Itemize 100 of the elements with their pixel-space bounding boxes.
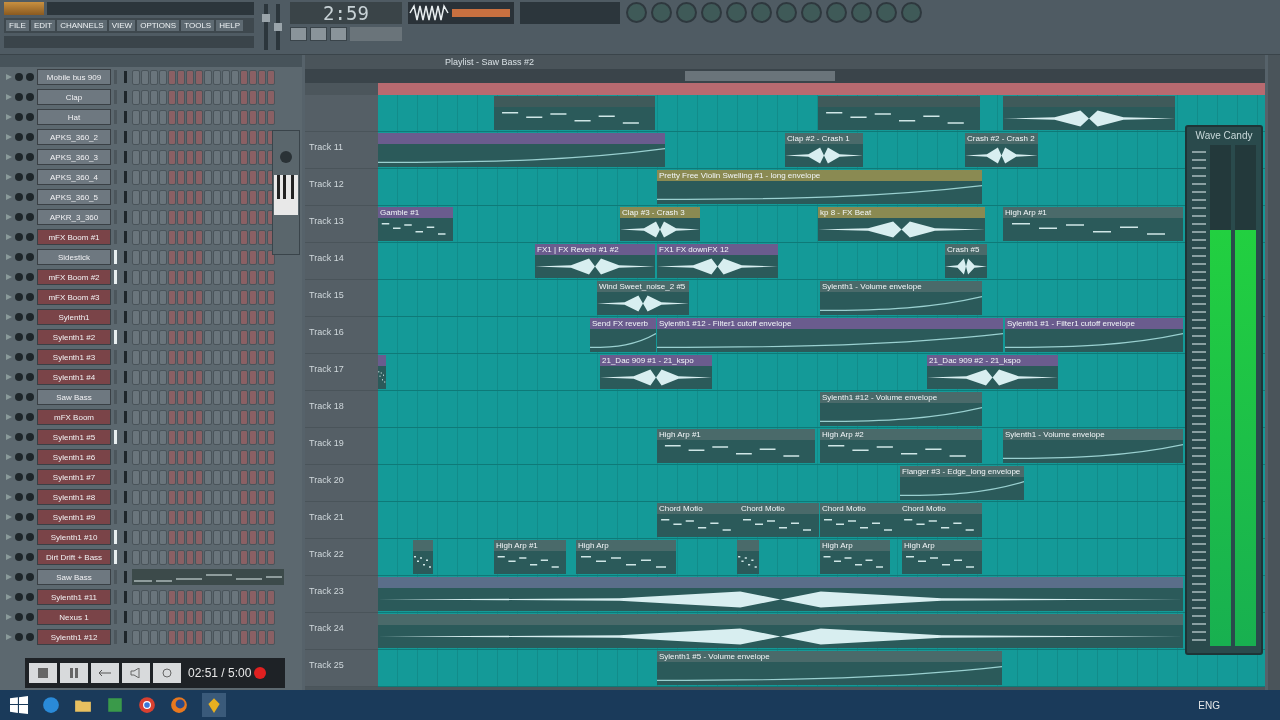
channel-select-marker[interactable] [114, 550, 117, 564]
volume-knob[interactable] [26, 513, 34, 521]
channel-button[interactable]: mFX Boom #3 [37, 289, 111, 305]
channel-select-marker[interactable] [114, 430, 117, 444]
play-triangle-icon[interactable] [6, 114, 12, 120]
clip-header[interactable]: Pretty Free Violin Swelling #1 - long envelope [657, 170, 982, 181]
app-icon[interactable] [106, 696, 124, 714]
pan-knob[interactable] [15, 293, 23, 301]
volume-knob[interactable] [26, 93, 34, 101]
channel-button[interactable]: Sylenth1 #8 [37, 489, 111, 505]
play-triangle-icon[interactable] [6, 274, 12, 280]
pan-knob[interactable] [15, 413, 23, 421]
audio-clip[interactable]: 21_Dac 909 #2 - 21_kspo [927, 355, 1058, 389]
clip-header[interactable]: Sylenth1 - Volume envelope [820, 281, 982, 292]
track-lane[interactable]: Gamble #1 Clap #3 - Crash 3 kp 8 - FX Beat High Arp #1 [378, 206, 1265, 243]
clip-header[interactable] [1003, 96, 1175, 107]
clip-header[interactable]: Gamble #1 [378, 207, 453, 218]
channel-button[interactable]: mFX Boom #2 [37, 269, 111, 285]
toolbar-icon[interactable] [901, 2, 922, 23]
piano-roll-preview[interactable] [132, 569, 284, 585]
channel-button[interactable]: Sylenth1 #4 [37, 369, 111, 385]
volume-knob[interactable] [26, 213, 34, 221]
pattern-clip[interactable]: Chord Motio [820, 503, 900, 537]
channel-select-marker[interactable] [114, 330, 117, 344]
toolbar-icon[interactable] [751, 2, 772, 23]
play-triangle-icon[interactable] [6, 74, 12, 80]
play-triangle-icon[interactable] [6, 494, 12, 500]
clip-header[interactable] [378, 614, 1183, 625]
channel-select-marker[interactable] [114, 270, 117, 284]
volume-knob[interactable] [26, 253, 34, 261]
track-header[interactable]: Track 11 [305, 132, 378, 169]
audio-clip[interactable]: Clap #3 - Crash 3 [620, 207, 700, 241]
menu-item[interactable]: TOOLS [181, 20, 215, 31]
clip-header[interactable]: High Arp [576, 540, 676, 551]
volume-knob[interactable] [26, 413, 34, 421]
track-header[interactable]: Track 17 [305, 354, 378, 391]
pattern-clip[interactable] [378, 355, 386, 389]
volume-knob[interactable] [26, 613, 34, 621]
clip-header[interactable]: Clap #3 - Crash 3 [620, 207, 700, 218]
slider-thumb[interactable] [262, 13, 270, 22]
channel-select-marker[interactable] [114, 250, 117, 264]
track-header[interactable]: Track 25 [305, 650, 378, 687]
pan-knob[interactable] [15, 353, 23, 361]
automation-clip[interactable] [378, 133, 665, 167]
audio-clip[interactable]: kp 8 - FX Beat [818, 207, 985, 241]
clip-header[interactable]: High Arp [820, 540, 890, 551]
automation-clip[interactable]: Sylenth1 #5 - Volume envelope [657, 651, 1002, 685]
play-triangle-icon[interactable] [6, 194, 12, 200]
volume-knob[interactable] [26, 313, 34, 321]
clip-header[interactable]: Chord Motio [739, 503, 819, 514]
play-triangle-icon[interactable] [6, 534, 12, 540]
automation-clip[interactable]: Flanger #3 - Edge_long envelope [900, 466, 1024, 500]
audio-clip[interactable]: Crash #5 [945, 244, 987, 278]
pan-knob[interactable] [15, 393, 23, 401]
channel-settings-dialog[interactable] [272, 130, 300, 255]
clip-header[interactable]: Chord Motio [657, 503, 739, 514]
volume-knob[interactable] [26, 333, 34, 341]
play-triangle-icon[interactable] [6, 354, 12, 360]
track-lane[interactable]: Chord Motio Chord Motio Chord Motio Chord Motio [378, 502, 1265, 539]
track-header[interactable]: Track 22 [305, 539, 378, 576]
pan-knob[interactable] [15, 273, 23, 281]
clip-header[interactable]: Chord Motio [820, 503, 900, 514]
channel-button[interactable]: Sylenth1 #5 [37, 429, 111, 445]
pattern-clip[interactable]: Gamble #1 [378, 207, 453, 241]
volume-knob[interactable] [26, 573, 34, 581]
volume-knob[interactable] [26, 353, 34, 361]
volume-knob[interactable] [26, 593, 34, 601]
pan-knob[interactable] [15, 433, 23, 441]
pan-knob[interactable] [15, 573, 23, 581]
track-header[interactable]: Track 16 [305, 317, 378, 354]
channel-button[interactable]: APKS_360_5 [37, 189, 111, 205]
audio-clip[interactable] [1003, 96, 1175, 130]
automation-clip[interactable]: Sylenth1 #12 - Volume envelope [820, 392, 982, 426]
volume-knob[interactable] [26, 433, 34, 441]
play-triangle-icon[interactable] [6, 454, 12, 460]
clip-header[interactable]: High Arp [902, 540, 982, 551]
play-triangle-icon[interactable] [6, 614, 12, 620]
play-triangle-icon[interactable] [6, 394, 12, 400]
clip-header[interactable]: Sylenth1 #12 - Volume envelope [820, 392, 982, 403]
toolbar-icon[interactable] [626, 2, 647, 23]
track-lane[interactable]: Send FX reverb Sylenth1 #12 - Filter1 cutoff envelope Sylenth1 #1 - Filter1 cutoff envelope [378, 317, 1265, 354]
play-triangle-icon[interactable] [6, 294, 12, 300]
clip-header[interactable] [818, 96, 980, 107]
track-lane[interactable]: High Arp #1 High Arp #2 Sylenth1 - Volume envelope [378, 428, 1265, 465]
pattern-clip[interactable]: Chord Motio [900, 503, 982, 537]
clip-header[interactable] [494, 96, 655, 107]
pattern-clip[interactable]: Chord Motio [739, 503, 819, 537]
automation-clip[interactable]: Sylenth1 #1 - Filter1 cutoff envelope [1005, 318, 1183, 352]
channel-button[interactable]: Saw Bass [37, 389, 111, 405]
play-triangle-icon[interactable] [6, 234, 12, 240]
audio-clip[interactable] [378, 614, 1183, 648]
channel-button[interactable]: Sylenth1 #2 [37, 329, 111, 345]
play-triangle-icon[interactable] [6, 94, 12, 100]
audio-clip[interactable]: Wind Sweet_noise_2 #5 [597, 281, 689, 315]
pan-knob[interactable] [15, 213, 23, 221]
pan-knob[interactable] [15, 613, 23, 621]
scrollbar-thumb[interactable] [685, 71, 835, 81]
pan-knob[interactable] [15, 93, 23, 101]
track-lane[interactable]: Sylenth1 #12 - Volume envelope [378, 391, 1265, 428]
channel-button[interactable]: mFX Boom [37, 409, 111, 425]
